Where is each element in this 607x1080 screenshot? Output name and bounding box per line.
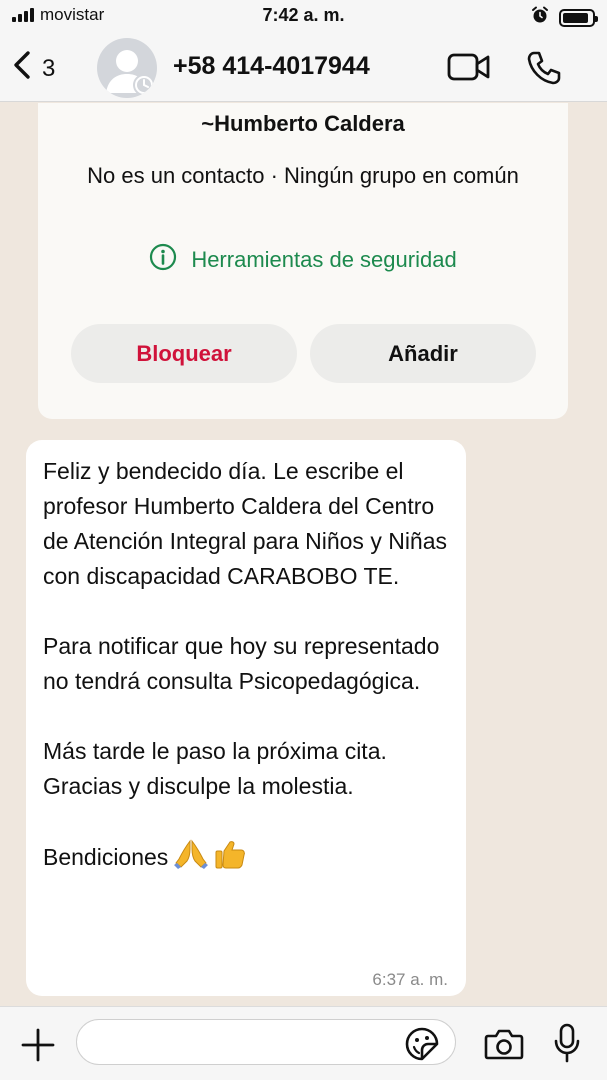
message-bubble[interactable]: Feliz y bendecido día. Le escribe el pro… — [26, 440, 466, 996]
message-timestamp: 6:37 a. m. — [372, 970, 448, 989]
thumbs-up-emoji — [214, 839, 246, 879]
message-paragraph-last: Bendiciones — [43, 839, 450, 879]
phone-call-icon[interactable] — [526, 50, 562, 91]
status-time: 7:42 a. m. — [262, 5, 345, 25]
message-paragraph: Feliz y bendecido día. Le escribe el pro… — [43, 458, 448, 589]
chat-area[interactable]: ~Humberto Caldera No es un contacto · Ni… — [0, 103, 607, 1006]
input-bar — [0, 1006, 607, 1080]
status-bar: movistar 7:42 a. m. — [0, 0, 607, 34]
alarm-icon — [531, 6, 549, 29]
avatar-icon[interactable] — [97, 38, 157, 98]
chat-header: 3 +58 414-4017944 — [0, 34, 607, 102]
add-contact-button[interactable]: Añadir — [310, 324, 536, 383]
security-tools-label: Herramientas de seguridad — [191, 247, 457, 272]
unread-count: 3 — [42, 54, 56, 82]
microphone-icon[interactable] — [553, 1023, 581, 1068]
contact-phone[interactable]: +58 414-4017944 — [173, 52, 370, 81]
battery-icon — [559, 8, 598, 27]
message-input[interactable] — [76, 1019, 456, 1065]
security-tools-link[interactable]: Herramientas de seguridad — [38, 243, 568, 277]
sticker-icon[interactable] — [404, 1026, 440, 1067]
plus-icon[interactable] — [20, 1027, 56, 1068]
praying-hands-emoji — [174, 839, 209, 879]
video-call-icon[interactable] — [447, 52, 491, 87]
message-paragraph: Más tarde le paso la próxima cita. Graci… — [43, 738, 387, 799]
back-button[interactable]: 3 — [12, 50, 55, 87]
camera-icon[interactable] — [484, 1027, 524, 1066]
status-right — [531, 6, 598, 29]
contact-info-card: ~Humberto Caldera No es un contacto · Ni… — [38, 103, 568, 419]
info-card-subtitle: No es un contacto · Ningún grupo en comú… — [87, 163, 519, 188]
back-chevron-icon — [12, 50, 32, 87]
info-circle-icon — [149, 243, 177, 277]
message-paragraph: Para notificar que hoy su representado n… — [43, 633, 440, 694]
block-button[interactable]: Bloquear — [71, 324, 297, 383]
info-card-name: ~Humberto Caldera — [201, 111, 405, 136]
message-closing-text: Bendiciones — [43, 844, 169, 870]
